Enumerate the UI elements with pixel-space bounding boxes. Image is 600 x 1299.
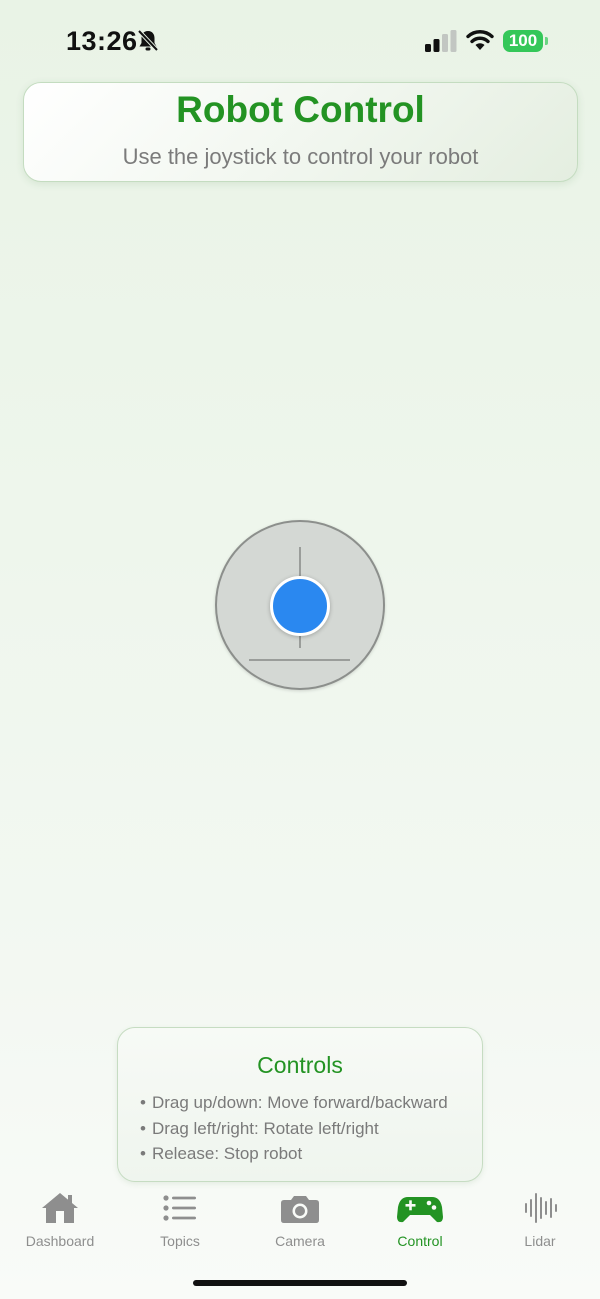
tab-camera[interactable]: Camera [240,1185,360,1255]
controls-list: • Drag up/down: Move forward/backward • Dr… [140,1090,448,1167]
tab-label: Lidar [524,1233,556,1249]
joystick-horizontal-axis [249,659,350,661]
house-icon [42,1193,78,1223]
tab-label: Topics [160,1233,200,1249]
home-indicator[interactable] [193,1280,407,1286]
tab-lidar[interactable]: Lidar [480,1185,600,1255]
tab-label: Camera [275,1233,325,1249]
camera-icon [281,1196,319,1223]
joystick-knob[interactable] [270,576,330,636]
tab-control[interactable]: Control [360,1185,480,1255]
tab-dashboard[interactable]: Dashboard [0,1185,120,1255]
page-title: Robot Control [176,89,425,130]
tab-bar: Dashboard Topics Camera Control Lidar [0,1185,600,1255]
controls-item: • Drag up/down: Move forward/backward [140,1093,448,1112]
controls-item: • Release: Stop robot [140,1144,303,1163]
signal-icon [425,30,457,52]
controls-card: Controls • Drag up/down: Move forward/bac… [117,1027,483,1182]
tab-label: Dashboard [25,1233,95,1249]
status-time: 13:26 [66,26,138,56]
tab-label: Control [397,1233,443,1249]
bell-slash-icon [137,29,159,52]
status-bar: 13:26 100 [0,0,600,80]
gamecontroller-icon [397,1197,443,1223]
wifi-icon [466,30,494,50]
header-card: Robot Control Use the joystick to contro… [23,82,578,182]
controls-title: Controls [257,1052,343,1078]
controls-item: • Drag left/right: Rotate left/right [140,1118,379,1138]
controls-item-text: Drag up/down: Move forward/backward [151,1093,448,1112]
controls-item-text: Drag left/right: Rotate left/right [151,1118,379,1138]
page-subtitle: Use the joystick to control your robot [122,144,479,169]
list-icon [163,1195,196,1221]
battery-icon: 100 [503,30,543,52]
controls-item-text: Release: Stop robot [151,1144,303,1163]
waveform-icon [525,1193,557,1223]
battery-nub [545,37,548,45]
tab-topics[interactable]: Topics [120,1185,240,1255]
